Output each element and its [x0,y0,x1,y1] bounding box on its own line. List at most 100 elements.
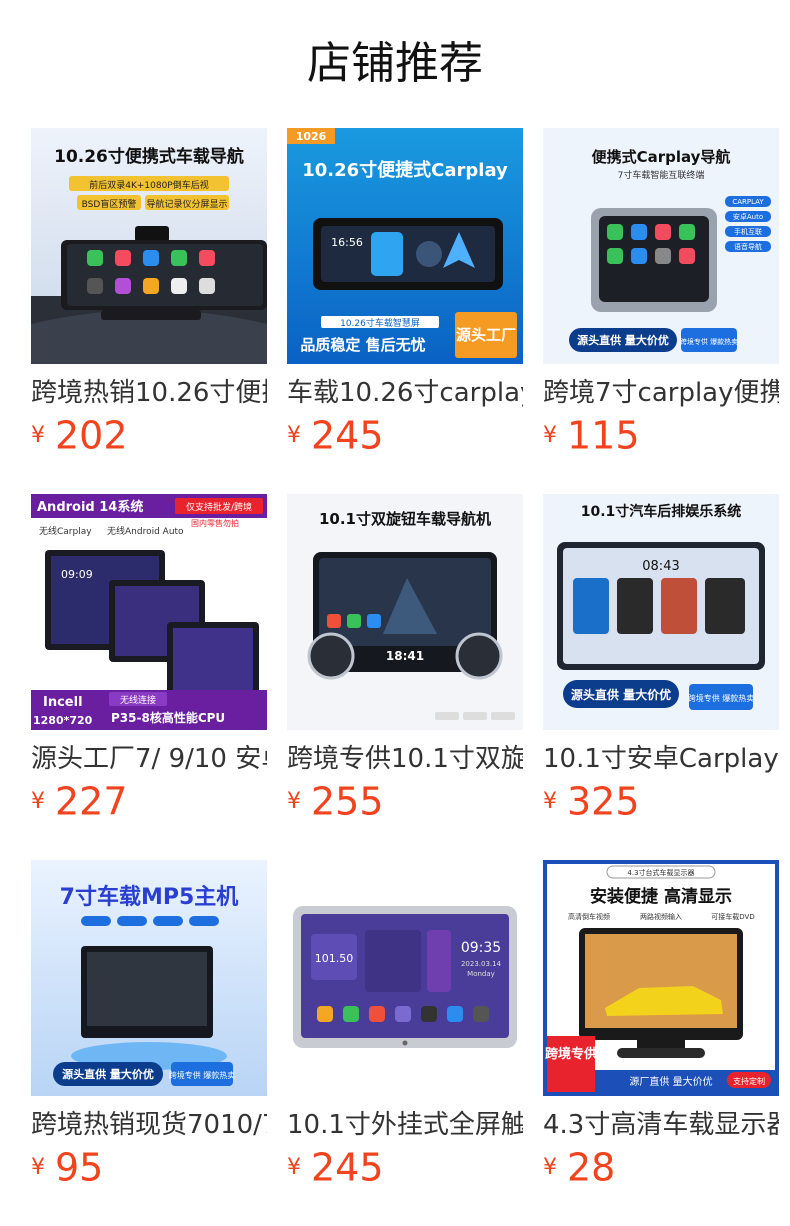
svg-text:国内零售勿拍: 国内零售勿拍 [191,518,239,528]
product-price: ¥245 [287,411,384,459]
svg-text:源头直供 量大价优: 源头直供 量大价优 [571,687,671,702]
product-price: ¥202 [31,411,128,459]
price-value: 245 [311,1145,384,1190]
currency-symbol: ¥ [31,1154,45,1180]
product-image[interactable]: 10.1寸汽车后排娱乐系统 08:43 源头直供 量大价优 跨境专供 爆款热卖 [543,494,779,730]
svg-text:7寸车载智能互联终端: 7寸车载智能互联终端 [618,169,705,181]
price-value: 202 [55,413,128,458]
svg-text:两路视频输入: 两路视频输入 [640,912,682,921]
product-image[interactable]: 10.1寸双旋钮车载导航机 18:41 [287,494,523,730]
svg-text:2023.03.14: 2023.03.14 [461,960,502,968]
product-image[interactable]: Android 14系统 仅支持批发/跨境 无线Carplay 无线Androi… [31,494,267,730]
svg-text:无线Carplay: 无线Carplay [39,525,92,537]
image-headline: 安装便捷 高清显示 [590,886,732,907]
svg-text:手机互联: 手机互联 [734,227,762,236]
product-card[interactable]: 7寸车载MP5主机 源头直供 量大价优 跨境专供 爆款热卖 跨境热销现货7010… [31,860,267,1200]
product-name[interactable]: 车载10.26寸carplay便携式导航 [287,373,523,413]
svg-text:CARPLAY: CARPLAY [732,198,764,206]
product-image[interactable]: 10.26寸便携式车载导航 前后双录4K+1080P倒车后视 BSD盲区预警 导… [31,128,267,364]
product-card[interactable]: 4.3寸台式车载显示器 安装便捷 高清显示 高清倒车视频 两路视频输入 可接车载… [543,860,779,1200]
svg-text:Incell: Incell [43,695,83,710]
svg-text:安卓Auto: 安卓Auto [733,212,763,221]
svg-text:1280*720: 1280*720 [33,714,93,727]
svg-text:跨境专供 爆款热卖: 跨境专供 爆款热卖 [169,1070,236,1080]
product-image[interactable]: 1026 10.26寸便捷式Carplay 16:56 10.26寸车载智慧屏 … [287,128,523,364]
currency-symbol: ¥ [543,788,557,814]
currency-symbol: ¥ [287,1154,301,1180]
svg-text:09:35: 09:35 [461,940,501,956]
product-price: ¥28 [543,1143,615,1191]
product-name[interactable]: 10.1寸外挂式全屏触控导航 [287,1105,523,1145]
svg-text:09:09: 09:09 [61,568,93,581]
svg-text:导航记录仪分屏显示: 导航记录仪分屏显示 [146,198,227,210]
product-price: ¥227 [31,777,128,825]
currency-symbol: ¥ [543,422,557,448]
currency-symbol: ¥ [31,788,45,814]
svg-text:08:43: 08:43 [642,559,679,574]
image-headline: 10.1寸汽车后排娱乐系统 [581,503,742,520]
svg-text:Android 14系统: Android 14系统 [37,499,143,515]
currency-symbol: ¥ [543,1154,557,1180]
svg-text:跨境专供: 跨境专供 [545,1046,597,1062]
price-value: 245 [311,413,384,458]
image-headline: 10.1寸双旋钮车载导航机 [319,510,491,528]
svg-text:Monday: Monday [467,970,495,978]
product-name[interactable]: 10.1寸安卓Carplay车载后排 [543,739,779,779]
product-price: ¥255 [287,777,384,825]
product-card[interactable]: 101.50 09:35 2023.03.14 Monday 10.1寸外挂式全… [287,860,523,1200]
price-value: 115 [567,413,640,458]
price-value: 325 [567,779,640,824]
image-headline: 便携式Carplay导航 [592,148,731,166]
product-card[interactable]: 10.1寸双旋钮车载导航机 18:41 跨境专供10.1寸双旋钮导航机 ¥255 [287,494,523,834]
product-image[interactable]: 4.3寸台式车载显示器 安装便捷 高清显示 高清倒车视频 两路视频输入 可接车载… [543,860,779,1096]
product-card[interactable]: 便携式Carplay导航 7寸车载智能互联终端 CARPLAY 安卓Auto 手… [543,128,779,468]
image-headline: 10.26寸便携式车载导航 [54,146,244,167]
image-headline: 10.26寸便捷式Carplay [302,159,508,181]
price-value: 28 [567,1145,616,1190]
svg-text:源头直供 量大价优: 源头直供 量大价优 [577,333,669,347]
product-price: ¥115 [543,411,640,459]
price-value: 255 [311,779,384,824]
svg-text:源厂直供 量大价优: 源厂直供 量大价优 [629,1075,712,1088]
svg-text:支持定制: 支持定制 [733,1076,765,1086]
product-card[interactable]: 10.1寸汽车后排娱乐系统 08:43 源头直供 量大价优 跨境专供 爆款热卖 … [543,494,779,834]
product-name[interactable]: 跨境热销现货7010/7018主机 [31,1105,267,1145]
product-image[interactable]: 便携式Carplay导航 7寸车载智能互联终端 CARPLAY 安卓Auto 手… [543,128,779,364]
price-value: 95 [55,1145,104,1190]
product-card[interactable]: Android 14系统 仅支持批发/跨境 无线Carplay 无线Androi… [31,494,267,834]
svg-text:品质稳定 售后无忧: 品质稳定 售后无忧 [300,336,425,354]
currency-symbol: ¥ [287,422,301,448]
svg-text:源头工厂: 源头工厂 [456,326,516,344]
image-headline: 7寸车载MP5主机 [60,884,239,910]
product-name[interactable]: 跨境专供10.1寸双旋钮导航机 [287,739,523,779]
product-name[interactable]: 源头工厂7/ 9/10 安卓导航 [31,739,267,779]
svg-text:前后双录4K+1080P倒车后视: 前后双录4K+1080P倒车后视 [89,179,209,191]
svg-text:BSD盲区预警: BSD盲区预警 [82,198,137,210]
svg-text:P35-8核高性能CPU: P35-8核高性能CPU [111,710,225,725]
product-image[interactable]: 7寸车载MP5主机 源头直供 量大价优 跨境专供 爆款热卖 [31,860,267,1096]
svg-text:10.26寸车载智慧屏: 10.26寸车载智慧屏 [340,317,420,329]
svg-text:跨境专供 爆款热卖: 跨境专供 爆款热卖 [680,337,738,346]
svg-text:无线连接: 无线连接 [120,694,156,706]
currency-symbol: ¥ [287,788,301,814]
product-price: ¥325 [543,777,640,825]
product-name[interactable]: 跨境7寸carplay便携式导航 [543,373,779,413]
svg-text:18:41: 18:41 [386,649,424,663]
product-price: ¥245 [287,1143,384,1191]
product-name[interactable]: 4.3寸高清车载显示器 [543,1105,779,1145]
svg-text:源头直供 量大价优: 源头直供 量大价优 [62,1067,154,1081]
product-card[interactable]: 1026 10.26寸便捷式Carplay 16:56 10.26寸车载智慧屏 … [287,128,523,468]
svg-text:无线Android Auto: 无线Android Auto [107,525,184,537]
product-image[interactable]: 101.50 09:35 2023.03.14 Monday [287,860,523,1096]
product-name[interactable]: 跨境热销10.26寸便携式车载导航 [31,373,267,413]
svg-text:跨境专供 爆款热卖: 跨境专供 爆款热卖 [688,693,755,703]
svg-text:语音导航: 语音导航 [734,242,762,251]
svg-text:仅支持批发/跨境: 仅支持批发/跨境 [186,501,252,513]
currency-symbol: ¥ [31,422,45,448]
svg-text:16:56: 16:56 [331,236,363,249]
svg-text:可接车载DVD: 可接车载DVD [711,912,754,921]
svg-text:高清倒车视频: 高清倒车视频 [568,912,610,921]
product-card[interactable]: 10.26寸便携式车载导航 前后双录4K+1080P倒车后视 BSD盲区预警 导… [31,128,267,468]
svg-text:4.3寸台式车载显示器: 4.3寸台式车载显示器 [627,868,694,877]
page-title: 店铺推荐 [307,38,483,89]
